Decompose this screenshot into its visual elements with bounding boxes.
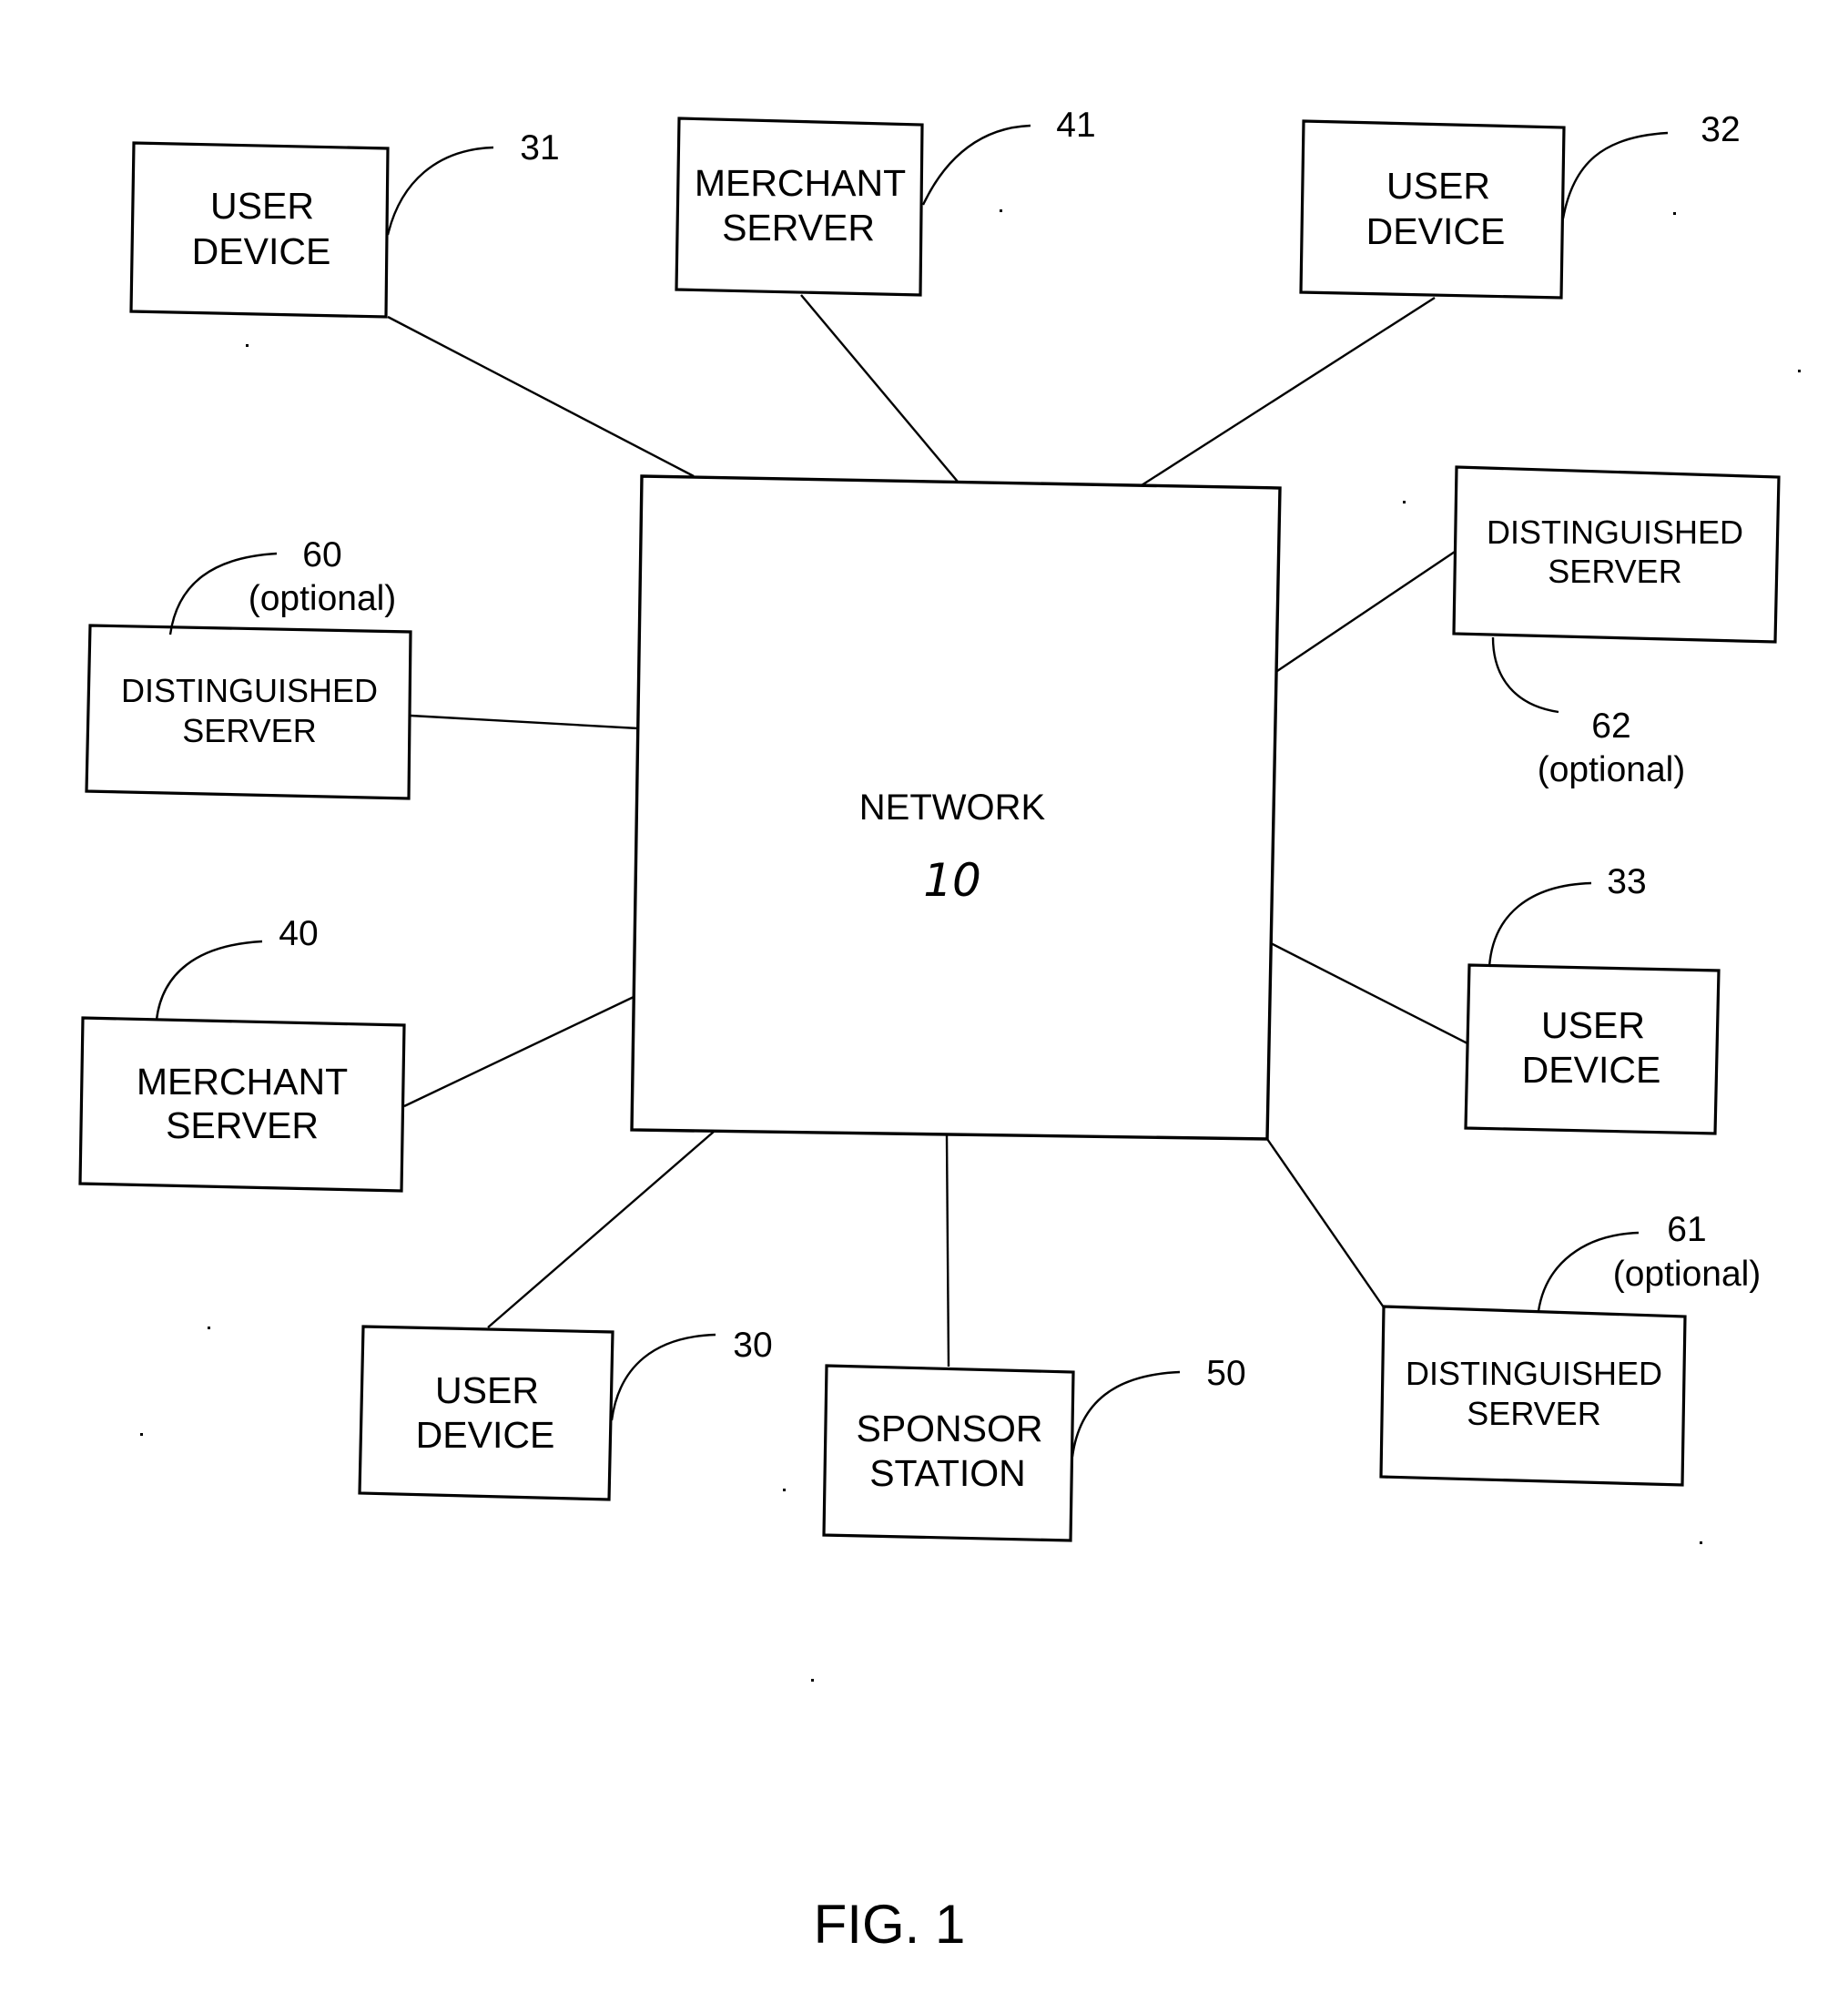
sponsor-station-50-line-2: STATION bbox=[869, 1452, 1026, 1494]
link-sponsor-station-50 bbox=[945, 1134, 950, 1368]
distinguished-server-61-line-1: DISTINGUISHED bbox=[1406, 1355, 1662, 1392]
figure-caption: FIG. 1 bbox=[814, 1894, 966, 1955]
merchant-server-41-line-1: MERCHANT bbox=[695, 162, 906, 204]
distinguished-server-60-optional: (optional) bbox=[249, 579, 397, 618]
link-user-device-30 bbox=[487, 1131, 715, 1328]
user-device-31-leader bbox=[386, 146, 494, 236]
node-distinguished-server-61[interactable]: DISTINGUISHED SERVER 61 (optional) bbox=[1379, 1210, 1762, 1487]
network-label: NETWORK bbox=[859, 788, 1046, 828]
user-device-32-ref: 32 bbox=[1701, 110, 1740, 149]
link-merchant-server-41 bbox=[800, 294, 959, 483]
node-user-device-31[interactable]: USER DEVICE 31 bbox=[129, 128, 560, 319]
user-device-30-box bbox=[358, 1325, 614, 1501]
user-device-32-line-1: USER bbox=[1386, 165, 1490, 207]
user-device-31-line-2: DEVICE bbox=[192, 230, 331, 272]
user-device-32-line-2: DEVICE bbox=[1366, 210, 1506, 252]
sponsor-station-50-ref: 50 bbox=[1206, 1354, 1245, 1393]
sponsor-station-50-leader bbox=[1071, 1370, 1181, 1458]
user-device-33-ref: 33 bbox=[1607, 862, 1646, 901]
distinguished-server-61-ref: 61 bbox=[1667, 1210, 1706, 1249]
distinguished-server-62-line-1: DISTINGUISHED bbox=[1487, 513, 1743, 551]
node-user-device-30[interactable]: USER DEVICE 30 bbox=[358, 1325, 773, 1501]
network-ref-number: 10 bbox=[923, 854, 981, 907]
distinguished-server-60-ref: 60 bbox=[302, 535, 341, 574]
distinguished-server-61-optional: (optional) bbox=[1613, 1255, 1762, 1294]
distinguished-server-62-ref: 62 bbox=[1591, 707, 1630, 746]
node-sponsor-station-50[interactable]: SPONSOR STATION 50 bbox=[822, 1354, 1246, 1542]
link-distinguished-server-60 bbox=[410, 714, 639, 730]
user-device-33-line-1: USER bbox=[1541, 1004, 1645, 1046]
network-node[interactable]: NETWORK 10 bbox=[630, 474, 1282, 1141]
user-device-32-box bbox=[1299, 119, 1566, 300]
user-device-30-leader bbox=[610, 1333, 716, 1421]
distinguished-server-62-leader bbox=[1491, 636, 1559, 714]
merchant-server-40-line-2: SERVER bbox=[166, 1104, 319, 1146]
merchant-server-40-line-1: MERCHANT bbox=[137, 1061, 348, 1103]
link-distinguished-server-61 bbox=[1266, 1138, 1385, 1308]
node-merchant-server-41[interactable]: MERCHANT SERVER 41 bbox=[675, 106, 1096, 297]
node-distinguished-server-60[interactable]: DISTINGUISHED SERVER 60 (optional) bbox=[85, 535, 412, 800]
link-user-device-33 bbox=[1270, 941, 1468, 1045]
link-distinguished-server-62 bbox=[1276, 551, 1456, 672]
node-user-device-33[interactable]: USER DEVICE 33 bbox=[1464, 862, 1721, 1135]
merchant-server-40-ref: 40 bbox=[279, 914, 318, 953]
distinguished-server-62-line-2: SERVER bbox=[1548, 553, 1681, 590]
merchant-server-41-line-2: SERVER bbox=[722, 207, 875, 249]
distinguished-server-60-line-1: DISTINGUISHED bbox=[121, 672, 378, 709]
node-user-device-32[interactable]: USER DEVICE 32 bbox=[1299, 110, 1741, 300]
user-device-30-line-1: USER bbox=[435, 1369, 539, 1411]
link-user-device-32 bbox=[1141, 296, 1436, 487]
sponsor-station-50-line-1: SPONSOR bbox=[856, 1408, 1042, 1449]
node-distinguished-server-62[interactable]: DISTINGUISHED SERVER 62 (optional) bbox=[1452, 465, 1781, 789]
link-user-device-31 bbox=[387, 315, 695, 478]
distinguished-server-62-optional: (optional) bbox=[1538, 750, 1686, 789]
node-merchant-server-40[interactable]: MERCHANT SERVER 40 bbox=[78, 914, 406, 1193]
user-device-33-line-2: DEVICE bbox=[1522, 1049, 1661, 1091]
distinguished-server-60-line-2: SERVER bbox=[182, 712, 316, 749]
user-device-30-line-2: DEVICE bbox=[416, 1414, 555, 1456]
network-diagram: NETWORK 10 USER DEVICE 31 MERCHANT SERVE… bbox=[78, 106, 1801, 1955]
user-device-30-ref: 30 bbox=[733, 1326, 772, 1365]
distinguished-server-61-line-2: SERVER bbox=[1467, 1395, 1600, 1432]
merchant-server-41-ref: 41 bbox=[1056, 106, 1095, 145]
user-device-33-leader bbox=[1488, 881, 1592, 968]
link-merchant-server-40 bbox=[403, 995, 635, 1108]
user-device-31-line-1: USER bbox=[210, 185, 314, 227]
user-device-31-ref: 31 bbox=[520, 128, 559, 168]
merchant-server-41-leader bbox=[921, 124, 1031, 206]
user-device-32-leader bbox=[1561, 131, 1669, 219]
merchant-server-40-leader bbox=[155, 940, 263, 1021]
